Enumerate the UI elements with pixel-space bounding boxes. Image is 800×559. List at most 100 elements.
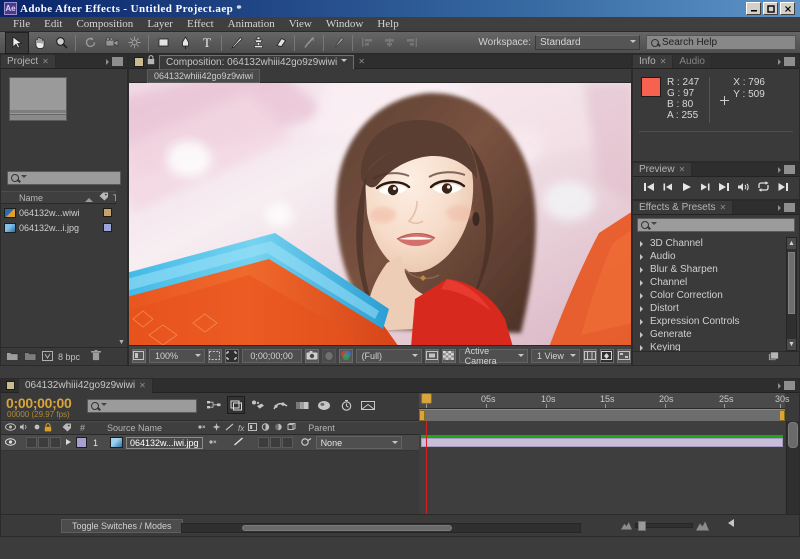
minimize-button[interactable] bbox=[746, 2, 761, 15]
search-help-input[interactable]: Search Help bbox=[646, 35, 796, 50]
close-icon[interactable]: ✕ bbox=[139, 381, 146, 390]
timeline-zoom-slider[interactable] bbox=[621, 520, 709, 531]
workspace-select[interactable]: Standard bbox=[535, 35, 640, 50]
layer-video-toggle[interactable] bbox=[5, 438, 16, 448]
zoom-out-icon[interactable] bbox=[621, 522, 632, 530]
layer-duration-bar[interactable] bbox=[421, 438, 783, 447]
fast-previews-icon[interactable] bbox=[600, 349, 614, 363]
tab-info[interactable]: Info ✕ bbox=[633, 55, 673, 68]
effects-category[interactable]: Distort bbox=[635, 302, 786, 315]
effects-category[interactable]: 3D Channel bbox=[635, 237, 786, 250]
shape-tool[interactable] bbox=[152, 33, 174, 53]
menu-edit[interactable]: Edit bbox=[37, 17, 69, 32]
composition-mini-flowchart-icon[interactable] bbox=[206, 397, 222, 413]
project-bin-icon[interactable] bbox=[24, 351, 37, 363]
info-panel-menu[interactable] bbox=[784, 55, 799, 68]
new-folder-icon[interactable] bbox=[6, 351, 19, 363]
draft-3d-icon[interactable] bbox=[228, 397, 244, 413]
view-layout-select[interactable]: 1 View bbox=[531, 349, 580, 363]
timeline-panel-menu[interactable] bbox=[784, 381, 799, 390]
chevron-right-icon[interactable] bbox=[640, 332, 646, 338]
pan-behind-tool[interactable] bbox=[123, 33, 145, 53]
delete-icon[interactable] bbox=[91, 350, 101, 363]
bit-depth-label[interactable]: 8 bpc bbox=[58, 352, 80, 362]
tab-timeline-composition[interactable]: 064132whiii42go9z9wiwi ✕ bbox=[19, 379, 153, 393]
ram-preview-icon[interactable] bbox=[777, 182, 789, 195]
project-search-input[interactable] bbox=[7, 171, 121, 185]
layer-quality-switch[interactable] bbox=[233, 437, 244, 448]
label-color-swatch[interactable] bbox=[103, 208, 112, 217]
work-area-start-handle[interactable] bbox=[419, 410, 425, 421]
parent-pickwhip-icon[interactable] bbox=[301, 437, 312, 449]
previous-frame-icon[interactable] bbox=[662, 182, 674, 195]
list-item[interactable]: 064132w...wiwi bbox=[1, 205, 127, 220]
menu-window[interactable]: Window bbox=[319, 17, 370, 32]
timeline-vertical-scrollbar[interactable] bbox=[786, 421, 799, 514]
eraser-tool[interactable] bbox=[269, 33, 291, 53]
effects-category[interactable]: Color Correction bbox=[635, 289, 786, 302]
layer-label-color[interactable] bbox=[76, 437, 87, 448]
title-action-safe-icon[interactable] bbox=[208, 349, 222, 363]
chevron-right-icon[interactable] bbox=[640, 267, 646, 273]
pen-tool[interactable] bbox=[174, 33, 196, 53]
time-ruler[interactable]: 0s 05s 10s 15s 20s 25s 30s bbox=[419, 393, 785, 409]
show-snapshot-icon[interactable] bbox=[322, 349, 336, 363]
effects-search-input[interactable] bbox=[637, 218, 795, 232]
chevron-right-icon[interactable] bbox=[640, 306, 646, 312]
label-color-swatch[interactable] bbox=[103, 223, 112, 232]
layer-motion-blur-switch[interactable] bbox=[282, 437, 293, 448]
layer-effects-switch[interactable] bbox=[258, 437, 269, 448]
menu-effect[interactable]: Effect bbox=[180, 17, 221, 32]
toggle-switches-modes-button[interactable]: Toggle Switches / Modes bbox=[61, 519, 183, 533]
region-of-interest-icon[interactable] bbox=[425, 349, 439, 363]
layer-frame-blend-switch[interactable] bbox=[270, 437, 281, 448]
chevron-right-icon[interactable] bbox=[640, 345, 646, 351]
effects-panel-menu[interactable] bbox=[784, 201, 799, 214]
scroll-up-icon[interactable]: ▲ bbox=[787, 238, 796, 249]
first-frame-icon[interactable] bbox=[643, 182, 655, 195]
hand-tool[interactable] bbox=[28, 33, 50, 53]
transparency-grid-icon[interactable] bbox=[442, 349, 456, 363]
chevron-right-icon[interactable] bbox=[640, 280, 646, 286]
roto-brush-tool[interactable] bbox=[298, 33, 320, 53]
sub-tab-composition[interactable]: 064132whiii42go9z9wiwi bbox=[147, 69, 260, 83]
play-icon[interactable] bbox=[681, 182, 692, 195]
column-name[interactable]: Name bbox=[19, 193, 43, 203]
tab-composition[interactable]: Composition: 064132whiii42go9z9wiwi bbox=[159, 55, 354, 69]
clone-stamp-tool[interactable] bbox=[247, 33, 269, 53]
effects-scrollbar[interactable]: ▲ ▼ bbox=[786, 237, 797, 351]
scroll-down-icon[interactable]: ▼ bbox=[117, 337, 126, 347]
menu-composition[interactable]: Composition bbox=[69, 17, 140, 32]
timeline-track-area[interactable] bbox=[419, 421, 785, 514]
brush-tool[interactable] bbox=[225, 33, 247, 53]
effects-category[interactable]: Generate bbox=[635, 328, 786, 341]
timeline-search-input[interactable] bbox=[87, 399, 197, 413]
menu-animation[interactable]: Animation bbox=[221, 17, 282, 32]
work-area-end-handle[interactable] bbox=[779, 410, 785, 421]
always-preview-icon[interactable] bbox=[132, 349, 146, 363]
layer-audio-toggle[interactable] bbox=[26, 437, 37, 448]
close-icon[interactable]: ✕ bbox=[358, 57, 365, 66]
chevron-right-icon[interactable] bbox=[640, 293, 646, 299]
menu-layer[interactable]: Layer bbox=[140, 17, 180, 32]
composition-viewer[interactable] bbox=[129, 83, 631, 345]
chevron-right-icon[interactable] bbox=[640, 319, 646, 325]
scroll-down-icon[interactable]: ▼ bbox=[787, 339, 796, 350]
zoom-level-select[interactable]: 100% bbox=[149, 349, 205, 363]
chevron-right-icon[interactable] bbox=[640, 241, 646, 247]
playhead-handle[interactable] bbox=[421, 393, 432, 404]
close-button[interactable] bbox=[780, 2, 795, 15]
chevron-right-icon[interactable] bbox=[640, 254, 646, 260]
column-source-name[interactable]: Source Name bbox=[107, 423, 162, 433]
mask-paths-icon[interactable] bbox=[225, 349, 239, 363]
menu-help[interactable]: Help bbox=[370, 17, 405, 32]
timeline-horizontal-scrollbar[interactable] bbox=[181, 523, 581, 533]
last-frame-icon[interactable] bbox=[718, 182, 730, 195]
playhead-line[interactable] bbox=[426, 421, 427, 514]
tab-preview[interactable]: Preview ✕ bbox=[633, 163, 692, 176]
close-icon[interactable]: ✕ bbox=[660, 57, 667, 66]
zoom-tool[interactable] bbox=[50, 33, 72, 53]
color-depth-icon[interactable] bbox=[42, 351, 53, 363]
table-row[interactable]: 1 064132w...iwi.jpg None bbox=[1, 435, 419, 451]
motion-blur-icon[interactable] bbox=[294, 397, 310, 413]
